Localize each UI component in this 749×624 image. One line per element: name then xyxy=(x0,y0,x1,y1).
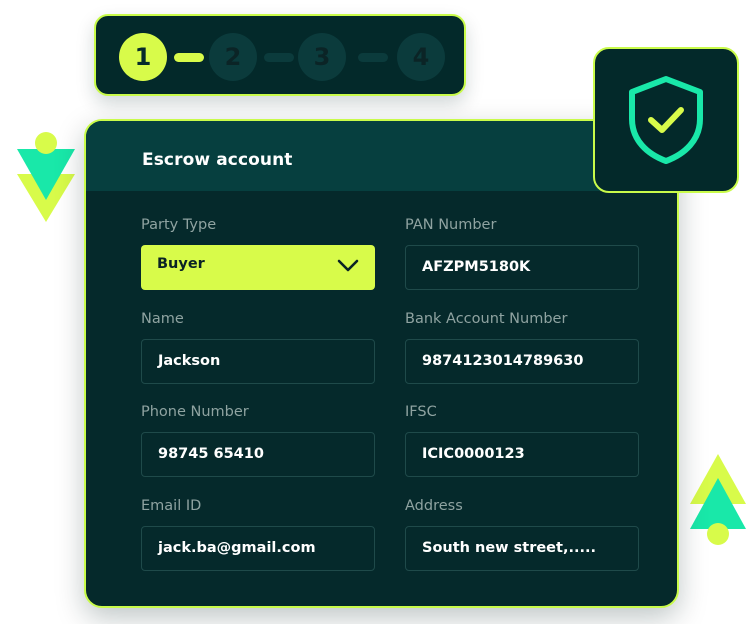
step-connector-1 xyxy=(174,53,204,62)
ifsc-value: ICIC0000123 xyxy=(422,446,525,462)
address-value: South new street,..... xyxy=(422,540,596,556)
email-field[interactable]: jack.ba@gmail.com xyxy=(141,526,375,571)
stepper: 1 2 3 4 xyxy=(94,14,466,96)
shield-badge xyxy=(593,47,739,193)
phone-number-value: 98745 65410 xyxy=(158,446,264,462)
card-title: Escrow account xyxy=(142,150,293,170)
escrow-account-card: Escrow account Party Type Buyer PAN Numb… xyxy=(84,119,679,608)
address-field[interactable]: South new street,..... xyxy=(405,526,639,571)
step-2[interactable]: 2 xyxy=(209,33,257,81)
chevron-down-icon xyxy=(337,259,359,272)
bank-account-value: 9874123014789630 xyxy=(422,353,584,369)
phone-number-label: Phone Number xyxy=(141,404,249,420)
step-4[interactable]: 4 xyxy=(397,33,445,81)
step-2-label: 2 xyxy=(224,43,242,71)
name-value: Jackson xyxy=(158,353,221,369)
party-type-label: Party Type xyxy=(141,217,217,233)
card-header: Escrow account xyxy=(86,121,677,191)
shield-check-icon xyxy=(629,76,703,164)
email-value: jack.ba@gmail.com xyxy=(158,540,316,556)
bank-account-field[interactable]: 9874123014789630 xyxy=(405,339,639,384)
step-connector-3 xyxy=(358,53,388,62)
party-type-select[interactable]: Buyer xyxy=(141,245,375,290)
bank-account-label: Bank Account Number xyxy=(405,311,568,327)
left-triangles-decoration xyxy=(17,132,75,222)
step-3[interactable]: 3 xyxy=(298,33,346,81)
step-1[interactable]: 1 xyxy=(119,33,167,81)
address-label: Address xyxy=(405,498,463,514)
step-1-label: 1 xyxy=(134,43,152,71)
phone-number-field[interactable]: 98745 65410 xyxy=(141,432,375,477)
name-field[interactable]: Jackson xyxy=(141,339,375,384)
pan-number-value: AFZPM5180K xyxy=(422,259,531,275)
step-connector-2 xyxy=(264,53,294,62)
ifsc-label: IFSC xyxy=(405,404,437,420)
pan-number-label: PAN Number xyxy=(405,217,497,233)
email-label: Email ID xyxy=(141,498,202,514)
ifsc-field[interactable]: ICIC0000123 xyxy=(405,432,639,477)
party-type-value: Buyer xyxy=(157,256,205,272)
pan-number-field[interactable]: AFZPM5180K xyxy=(405,245,639,290)
step-4-label: 4 xyxy=(412,43,430,71)
step-3-label: 3 xyxy=(313,43,331,71)
name-label: Name xyxy=(141,311,184,327)
right-triangles-decoration xyxy=(690,454,746,545)
